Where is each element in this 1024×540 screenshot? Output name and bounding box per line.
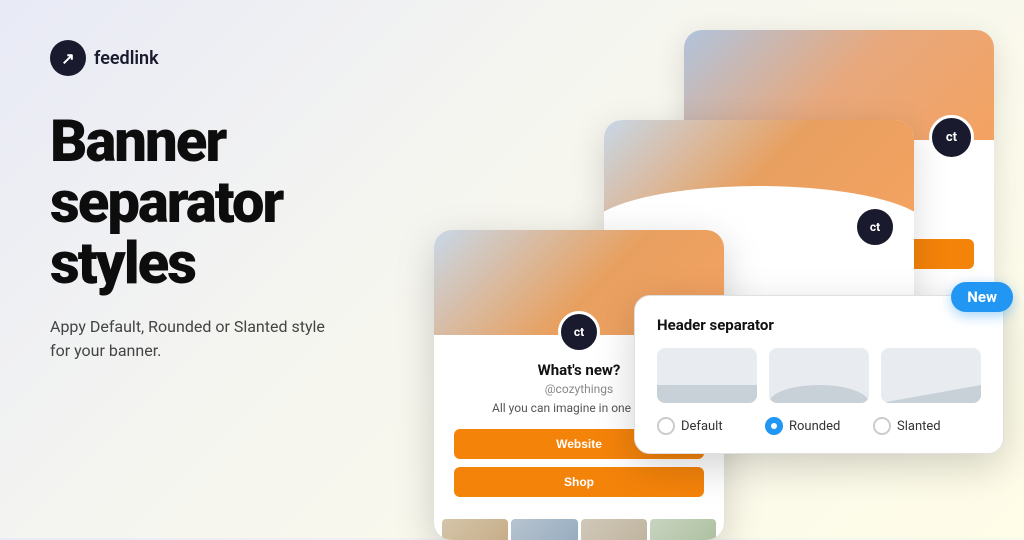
right-panel: ct What's new? @cozythings n imagine in …: [404, 0, 1024, 538]
separator-option-rounded[interactable]: [769, 348, 869, 403]
radio-circle-slanted: [873, 417, 891, 435]
separator-panel-title: Header separator: [657, 316, 981, 334]
avatar-front: ct: [558, 311, 600, 353]
logo-text: feedlink: [94, 48, 159, 69]
radio-row: Default Rounded Slanted: [657, 417, 981, 435]
radio-label-rounded: Rounded: [789, 419, 840, 434]
new-badge: New: [951, 282, 1013, 312]
thumbnail-1: [442, 519, 508, 540]
radio-default[interactable]: Default: [657, 417, 765, 435]
card-mid-banner: ct: [604, 120, 914, 230]
radio-circle-default: [657, 417, 675, 435]
radio-rounded[interactable]: Rounded: [765, 417, 873, 435]
logo-row: ↗ feedlink: [50, 40, 350, 76]
avatar-mid: ct: [854, 206, 896, 248]
subtitle: Appy Default, Rounded or Slanted style f…: [50, 315, 330, 363]
thumbnail-4: [650, 519, 716, 540]
thumbnail-3: [581, 519, 647, 540]
main-title: Banner separator styles: [50, 112, 350, 295]
separator-panel: New Header separator Default Rounded Sla…: [634, 295, 1004, 454]
separator-option-default[interactable]: [657, 348, 757, 403]
avatar-back: ct: [929, 115, 974, 160]
radio-label-slanted: Slanted: [897, 419, 941, 434]
thumbnail-grid: [434, 513, 724, 540]
card-front-shop-button[interactable]: Shop: [454, 467, 704, 497]
separator-options: [657, 348, 981, 403]
title-line2: separator: [50, 169, 282, 237]
thumbnail-2: [511, 519, 577, 540]
radio-label-default: Default: [681, 419, 723, 434]
logo-icon: ↗: [50, 40, 86, 76]
separator-option-slanted[interactable]: [881, 348, 981, 403]
radio-circle-rounded: [765, 417, 783, 435]
logo-arrow: ↗: [61, 49, 74, 68]
title-line1: Banner: [50, 108, 225, 176]
radio-slanted[interactable]: Slanted: [873, 417, 981, 435]
title-line3: styles: [50, 230, 195, 298]
left-panel: ↗ feedlink Banner separator styles Appy …: [0, 0, 400, 538]
